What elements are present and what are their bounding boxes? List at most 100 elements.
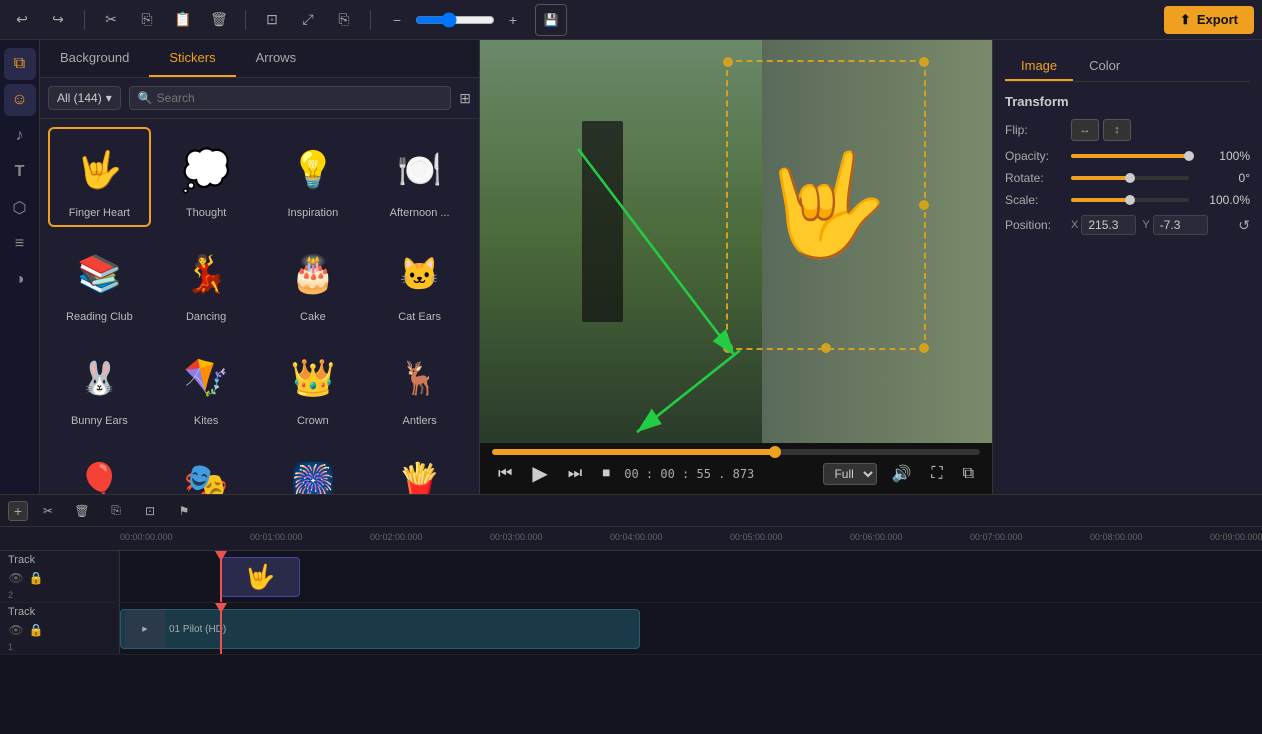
sticker-item-afternoon[interactable]: 🍽️ Afternoon ... <box>368 127 471 227</box>
sidebar-item-layers[interactable]: ⧉ <box>4 48 36 80</box>
sidebar-item-effects[interactable]: ⬡ <box>4 192 36 224</box>
opacity-slider[interactable] <box>1071 154 1189 158</box>
delete-button[interactable]: 🗑 <box>205 6 233 34</box>
tab-background[interactable]: Background <box>40 40 149 77</box>
pip-button[interactable]: ⧉ <box>957 463 980 485</box>
right-tab-color[interactable]: Color <box>1073 52 1136 81</box>
handle-mr[interactable] <box>919 200 929 210</box>
ruler-mark-6: 00:06:00.000 <box>850 532 903 542</box>
search-input[interactable] <box>157 91 443 105</box>
handle-bl[interactable] <box>723 343 733 353</box>
export-button[interactable]: ⬆ Export <box>1164 6 1254 34</box>
play-button[interactable]: ▶ <box>526 459 553 488</box>
copy-button[interactable]: ⎘ <box>133 6 161 34</box>
skip-forward-button[interactable]: ⏭ <box>562 463 588 485</box>
search-box[interactable]: 🔍 <box>129 86 452 110</box>
split-button[interactable]: ✂ <box>97 6 125 34</box>
volume-button[interactable]: 🔊 <box>885 462 917 486</box>
scale-slider-fill <box>1071 198 1130 202</box>
sticker-item-dancing[interactable]: 💃 Dancing <box>155 231 258 331</box>
timeline-more-btn2[interactable]: ⚑ <box>170 497 198 525</box>
right-tab-image[interactable]: Image <box>1005 52 1073 81</box>
sticker-item-fresh-fries[interactable]: 🍟 Fresh Fries <box>368 439 471 494</box>
sticker-item-fireworks[interactable]: 🎆 Fireworks <box>262 439 365 494</box>
filter-dropdown[interactable]: All (144) ▾ <box>48 86 121 110</box>
handle-bm[interactable] <box>821 343 831 353</box>
sidebar-item-audio[interactable]: ♪ <box>4 120 36 152</box>
pos-x-input[interactable] <box>1081 215 1136 235</box>
grid-toggle-icon[interactable]: ⊞ <box>459 90 471 107</box>
zoom-out-button[interactable]: − <box>383 6 411 34</box>
timeline-transform-btn[interactable]: ⊡ <box>136 497 164 525</box>
scale-slider[interactable] <box>1071 198 1189 202</box>
sticker-item-thought[interactable]: 💭 Thought <box>155 127 258 227</box>
tab-stickers[interactable]: Stickers <box>149 40 235 77</box>
skip-back-button[interactable]: ⏮ <box>492 463 518 485</box>
sidebar-item-filter[interactable]: ≡ <box>4 228 36 260</box>
add-track-button[interactable]: + <box>8 501 28 521</box>
sticker-item-inspiration[interactable]: 💡 Inspiration <box>262 127 365 227</box>
track-lock-sticker[interactable]: 🔒 <box>28 570 44 586</box>
sidebar-item-mask[interactable]: ◑ <box>4 264 36 296</box>
flip-vertical-button[interactable]: ↕ <box>1103 119 1131 141</box>
progress-bar[interactable] <box>492 449 980 455</box>
zoom-in-button[interactable]: + <box>499 6 527 34</box>
ruler-mark-8: 00:08:00.000 <box>1090 532 1143 542</box>
progress-thumb[interactable] <box>769 446 781 458</box>
fullscreen-button[interactable]: ⛶ <box>925 463 948 485</box>
controls-row: ⏮ ▶ ⏭ ⏹ 00 : 00 : 55 . 873 Full 1/2 1/4 … <box>492 459 980 488</box>
toolbar-separator-3 <box>370 10 371 30</box>
opacity-slider-thumb[interactable] <box>1184 151 1194 161</box>
more-btn-1[interactable]: ⤢ <box>294 6 322 34</box>
sidebar-item-stickers[interactable]: ☺ <box>4 84 36 116</box>
save-button[interactable]: 💾 <box>535 4 567 36</box>
quality-select[interactable]: Full 1/2 1/4 <box>823 463 877 485</box>
ruler-mark-5: 00:05:00.000 <box>730 532 783 542</box>
sticker-item-finger-heart[interactable]: 🤟 Finger Heart <box>48 127 151 227</box>
timeline-tracks: Track 👁 🔒 2 🤟 Track 👁 <box>0 551 1262 734</box>
sticker-item-antlers[interactable]: 🦌 Antlers <box>368 335 471 435</box>
sticker-item-bunny-ears[interactable]: 🐰 Bunny Ears <box>48 335 151 435</box>
sticker-selection-box[interactable]: 🤟 <box>726 60 926 350</box>
pos-y-input[interactable] <box>1153 215 1208 235</box>
crop-button[interactable]: ⊡ <box>258 6 286 34</box>
reset-position-button[interactable]: ↺ <box>1238 217 1250 234</box>
video-clip[interactable]: ▶ 01 Pilot (HD) <box>120 609 640 649</box>
handle-tl[interactable] <box>723 57 733 67</box>
sticker-item-reading-club[interactable]: 📚 Reading Club <box>48 231 151 331</box>
sticker-item-balloons[interactable]: 🎈 Balloons <box>48 439 151 494</box>
flip-horizontal-button[interactable]: ↔ <box>1071 119 1099 141</box>
timeline-header: + ✂ 🗑 ⎘ ⊡ ⚑ <box>0 495 1262 527</box>
sticker-clip[interactable]: 🤟 <box>220 557 300 597</box>
sticker-preview-image: 🤟 <box>763 147 888 264</box>
redo-button[interactable]: ↪ <box>44 6 72 34</box>
timeline-split-btn[interactable]: ✂ <box>34 497 62 525</box>
sticker-label-cat-ears: Cat Ears <box>398 311 441 323</box>
stop-button[interactable]: ⏹ <box>596 463 616 485</box>
sidebar-item-text[interactable]: T <box>4 156 36 188</box>
zoom-slider[interactable] <box>415 12 495 28</box>
sticker-item-cat-ears[interactable]: 🐱 Cat Ears <box>368 231 471 331</box>
paste-button[interactable]: 📋 <box>169 6 197 34</box>
sticker-item-crown[interactable]: 👑 Crown <box>262 335 365 435</box>
track-visibility-sticker[interactable]: 👁 <box>8 570 24 586</box>
flip-buttons: ↔ ↕ <box>1071 119 1131 141</box>
tab-arrows[interactable]: Arrows <box>236 40 316 77</box>
rotate-slider[interactable] <box>1071 176 1189 180</box>
handle-br[interactable] <box>919 343 929 353</box>
preview-area: 🤟 <box>480 40 992 494</box>
timeline-delete-btn[interactable]: 🗑 <box>68 497 96 525</box>
more-btn-2[interactable]: ⎘ <box>330 6 358 34</box>
main-area: ⧉ ☺ ♪ T ⬡ ≡ ◑ Background Stickers Arrows… <box>0 40 1262 494</box>
sticker-item-jester-hat[interactable]: 🎭 Jester Hat <box>155 439 258 494</box>
handle-tr[interactable] <box>919 57 929 67</box>
undo-button[interactable]: ↩ <box>8 6 36 34</box>
timeline-more-btn1[interactable]: ⎘ <box>102 497 130 525</box>
scale-slider-thumb[interactable] <box>1125 195 1135 205</box>
ruler-mark-3: 00:03:00.000 <box>490 532 543 542</box>
sticker-item-cake[interactable]: 🎂 Cake <box>262 231 365 331</box>
track-visibility-video[interactable]: 👁 <box>8 622 24 638</box>
sticker-item-kites[interactable]: 🪁 Kites <box>155 335 258 435</box>
track-lock-video[interactable]: 🔒 <box>28 622 44 638</box>
rotate-slider-thumb[interactable] <box>1125 173 1135 183</box>
